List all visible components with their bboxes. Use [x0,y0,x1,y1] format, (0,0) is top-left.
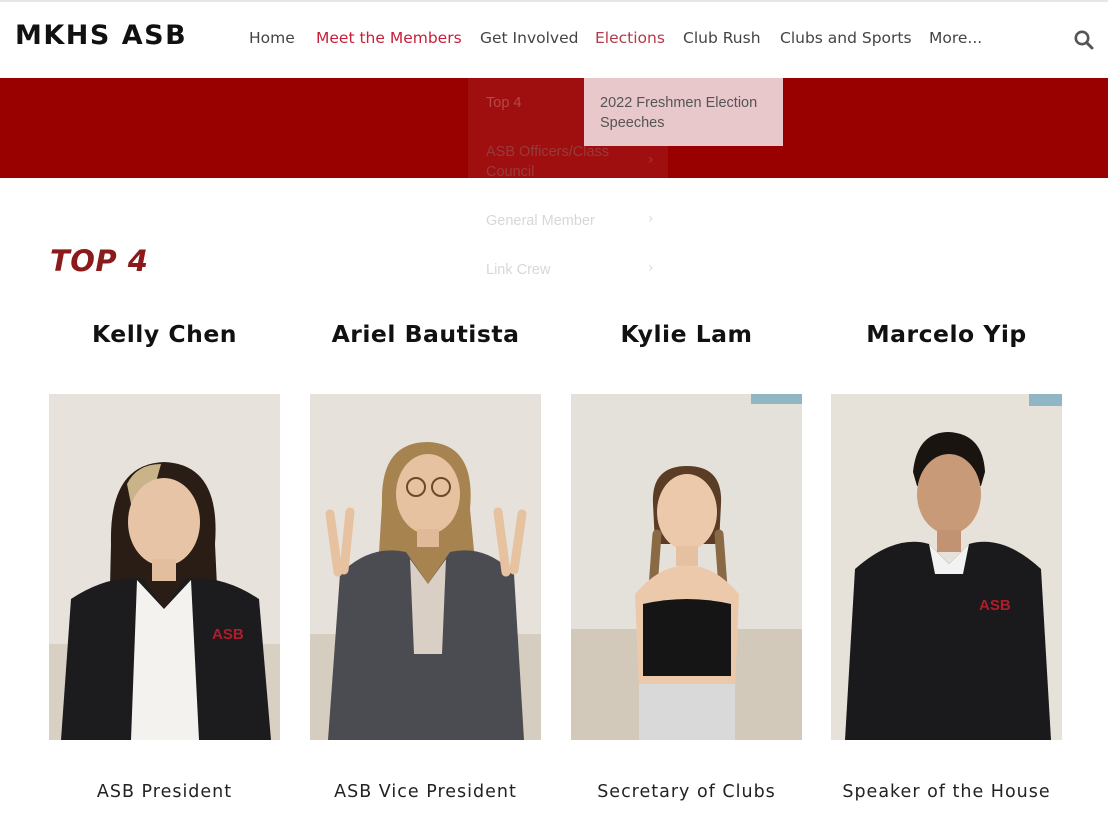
member-name: Kylie Lam [620,320,753,348]
svg-text:ASB: ASB [979,597,1011,614]
member-name: Marcelo Yip [866,320,1027,348]
search-icon[interactable] [1073,29,1095,51]
nav-get-involved[interactable]: Get Involved [480,29,578,47]
nav-club-rush[interactable]: Club Rush [683,29,761,47]
dropdown-item-link-crew[interactable]: Link Crew [486,260,636,280]
member-photo: ASB [831,394,1062,740]
chevron-right-icon: › [648,211,654,227]
dropdown-item-asb-officers[interactable]: ASB Officers/Class Council [486,142,636,182]
submenu-freshmen-speeches[interactable]: 2022 Freshmen Election Speeches [584,78,783,146]
nav-meet-the-members[interactable]: Meet the Members [316,29,462,47]
site-header: MKHS ASB Home Meet the Members Get Invol… [0,0,1108,78]
member-name: Kelly Chen [92,320,237,348]
nav-home[interactable]: Home [249,29,295,47]
main-nav: Home Meet the Members Get Involved Elect… [0,29,1108,53]
member-photo [310,394,541,740]
svg-text:ASB: ASB [212,626,244,643]
member-role: ASB Vice President [334,782,517,802]
member-role: Secretary of Clubs [597,782,776,802]
nav-more[interactable]: More... [929,29,982,47]
member-photo: ASB [49,394,280,740]
chevron-right-icon: › [648,260,654,276]
nav-elections[interactable]: Elections [595,29,665,47]
section-title: TOP 4 [50,244,149,278]
chevron-right-icon: › [648,152,654,168]
member-name: Ariel Bautista [331,320,520,348]
nav-clubs-and-sports[interactable]: Clubs and Sports [780,29,912,47]
dropdown-item-general-member[interactable]: General Member [486,211,636,231]
member-role: ASB President [96,782,233,802]
member-role: Speaker of the House [842,782,1051,802]
member-photo [571,394,802,740]
